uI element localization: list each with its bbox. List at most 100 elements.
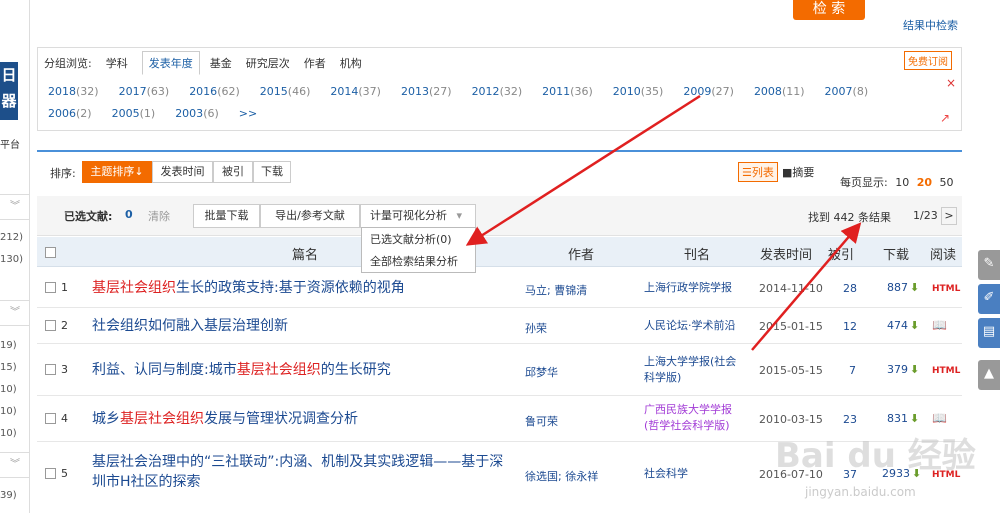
sort-by-topic-button[interactable]: 主题排序↓ (82, 161, 152, 183)
journal-link[interactable]: 广西民族大学学报(哲学社会科学版) (644, 402, 744, 434)
cited-count[interactable]: 12 (843, 320, 857, 333)
edit-icon[interactable]: ✐ (978, 284, 1000, 314)
sort-by-download-button[interactable]: 下载 (253, 161, 291, 183)
tab-author[interactable]: 作者 (304, 55, 326, 71)
watermark-url: jingyan.baidu.com (805, 485, 916, 499)
year-link[interactable]: 2006(2) (48, 107, 92, 120)
per-page-option[interactable]: 50 (940, 176, 954, 189)
publish-date: 2010-03-15 (759, 413, 823, 426)
chevron-down-icon[interactable]: ︾ (0, 452, 30, 478)
tab-fund[interactable]: 基金 (210, 55, 232, 71)
header-date[interactable]: 发表时间 (760, 244, 812, 263)
tab-research-level[interactable]: 研究层次 (246, 55, 290, 71)
year-link[interactable]: 2015(46) (260, 85, 311, 98)
per-page-option[interactable]: 10 (895, 176, 909, 189)
author-link[interactable]: 孙荣 (525, 320, 547, 336)
search-in-results-link[interactable]: 结果中检索 (903, 17, 958, 33)
back-to-top-icon[interactable]: ▲ (978, 360, 1000, 390)
article-title-link[interactable]: 城乡基层社会组织发展与管理状况调查分析 (92, 409, 358, 429)
header-author[interactable]: 作者 (568, 244, 594, 263)
author-link[interactable]: 马立; 曹锦清 (525, 282, 587, 298)
journal-link[interactable]: 社会科学 (644, 466, 744, 482)
year-link[interactable]: 2014(37) (330, 85, 381, 98)
download-count[interactable]: 379 ⬇ (887, 363, 919, 376)
sort-label: 排序: (50, 167, 76, 180)
journal-link[interactable]: 上海大学学报(社会科学版) (644, 354, 744, 386)
visual-analysis-button[interactable]: 计量可视化分析 ▾ (360, 204, 476, 228)
chevron-down-icon[interactable]: ︾ (0, 300, 30, 326)
next-page-button[interactable]: > (941, 207, 957, 225)
analyze-selected-option[interactable]: 已选文献分析(0) (362, 228, 475, 250)
publish-date: 2015-05-15 (759, 364, 823, 377)
year-link[interactable]: 2011(36) (542, 85, 593, 98)
select-all-checkbox[interactable] (45, 247, 56, 258)
trend-chart-icon[interactable]: ↗ (940, 111, 950, 125)
year-link[interactable]: 2003(6) (175, 107, 219, 120)
download-icon[interactable]: ⬇ (910, 319, 919, 332)
tab-institution[interactable]: 机构 (340, 55, 362, 71)
per-page-option-active[interactable]: 20 (917, 176, 932, 189)
row-checkbox[interactable] (45, 320, 56, 331)
author-link[interactable]: 鲁可荣 (525, 413, 558, 429)
row-checkbox[interactable] (45, 364, 56, 375)
year-link[interactable]: 2005(1) (112, 107, 156, 120)
journal-link[interactable]: 人民论坛·学术前沿 (644, 318, 744, 334)
year-link[interactable]: 2017(63) (119, 85, 170, 98)
free-subscribe-button[interactable]: 免费订阅 (904, 51, 952, 70)
year-link[interactable]: 2007(8) (825, 85, 869, 98)
document-icon[interactable]: ▤ (978, 318, 1000, 348)
cited-count[interactable]: 7 (849, 364, 856, 377)
row-checkbox[interactable] (45, 282, 56, 293)
table-row: 2 社会组织如何融入基层治理创新 孙荣 人民论坛·学术前沿 2015-01-15… (37, 308, 962, 344)
view-list-button[interactable]: ☰列表 (738, 162, 778, 182)
header-cited[interactable]: 被引 (828, 244, 854, 263)
html-read-link[interactable]: HTML (932, 284, 960, 294)
batch-download-button[interactable]: 批量下载 (193, 204, 260, 228)
clear-button[interactable]: 清除 (148, 208, 170, 224)
download-icon[interactable]: ⬇ (910, 412, 919, 425)
row-checkbox[interactable] (45, 468, 56, 479)
book-read-icon[interactable]: 📖 (932, 411, 947, 425)
download-count[interactable]: 887 ⬇ (887, 281, 919, 294)
tab-subject[interactable]: 学科 (106, 55, 128, 71)
book-read-icon[interactable]: 📖 (932, 318, 947, 332)
feedback-icon[interactable]: ✎ (978, 250, 1000, 280)
year-link[interactable]: 2009(27) (683, 85, 734, 98)
article-title-link[interactable]: 基层社会治理中的“三社联动”:内涵、机制及其实践逻辑——基于深圳市H社区的探索 (92, 452, 517, 492)
download-count[interactable]: 474 ⬇ (887, 319, 919, 332)
export-reference-button[interactable]: 导出/参考文献 (260, 204, 360, 228)
download-icon[interactable]: ⬇ (910, 281, 919, 294)
html-read-link[interactable]: HTML (932, 366, 960, 376)
cited-count[interactable]: 28 (843, 282, 857, 295)
more-years-link[interactable]: >> (239, 107, 257, 120)
search-button[interactable]: 检 索 (793, 0, 865, 20)
author-link[interactable]: 邱梦华 (525, 364, 558, 380)
download-icon[interactable]: ⬇ (910, 363, 919, 376)
article-title-link[interactable]: 社会组织如何融入基层治理创新 (92, 316, 288, 336)
year-link[interactable]: 2008(11) (754, 85, 805, 98)
year-link[interactable]: 2010(35) (613, 85, 664, 98)
header-title[interactable]: 篇名 (292, 244, 318, 263)
year-link[interactable]: 2016(62) (189, 85, 240, 98)
chevron-down-icon[interactable]: ︾ (0, 194, 30, 220)
tab-publish-year[interactable]: 发表年度 (141, 51, 200, 75)
close-icon[interactable]: × (946, 76, 956, 90)
header-read[interactable]: 阅读 (930, 244, 956, 263)
header-journal[interactable]: 刊名 (684, 244, 710, 263)
row-checkbox[interactable] (45, 413, 56, 424)
year-link[interactable]: 2012(32) (472, 85, 523, 98)
year-link[interactable]: 2013(27) (401, 85, 452, 98)
download-count[interactable]: 831 ⬇ (887, 412, 919, 425)
sort-by-cited-button[interactable]: 被引 (213, 161, 253, 183)
sort-by-date-button[interactable]: 发表时间 (152, 161, 213, 183)
journal-link[interactable]: 上海行政学院学报 (644, 280, 744, 296)
header-download[interactable]: 下载 (883, 244, 909, 263)
author-link[interactable]: 徐选国; 徐永祥 (525, 468, 598, 484)
article-title-link[interactable]: 利益、认同与制度:城市基层社会组织的生长研究 (92, 360, 391, 380)
year-link[interactable]: 2018(32) (48, 85, 99, 98)
analyze-all-option[interactable]: 全部检索结果分析 (362, 250, 475, 272)
table-row: 1 基层社会组织生长的政策支持:基于资源依赖的视角 马立; 曹锦清 上海行政学院… (37, 268, 962, 308)
cited-count[interactable]: 23 (843, 413, 857, 426)
view-abstract-button[interactable]: ■摘要 (780, 162, 816, 182)
article-title-link[interactable]: 基层社会组织生长的政策支持:基于资源依赖的视角 (92, 278, 405, 298)
